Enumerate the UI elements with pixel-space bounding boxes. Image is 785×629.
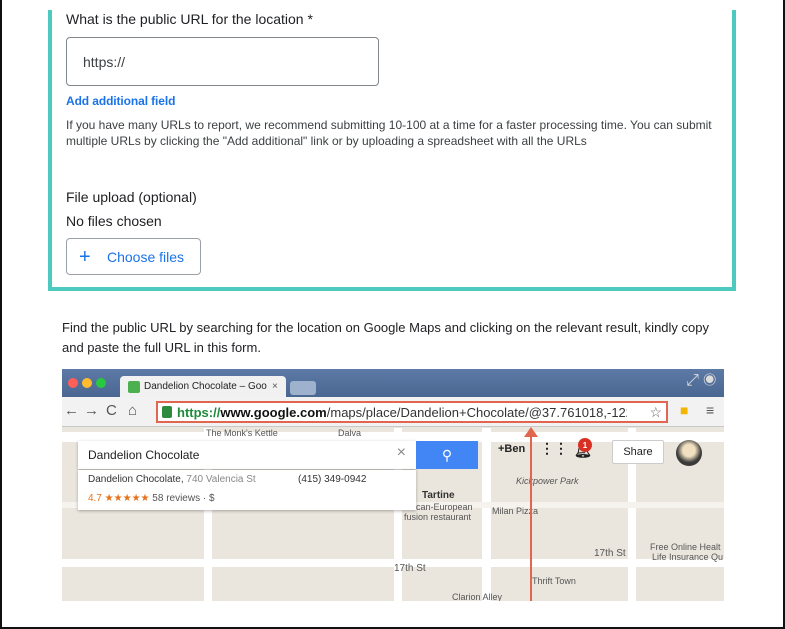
plus-icon: + bbox=[79, 245, 91, 268]
tab-title: Dandelion Chocolate – Goo bbox=[144, 381, 267, 392]
map-label-kickpower-park: Kickpower Park bbox=[516, 476, 579, 486]
incognito-icon: ⤢ ◉ bbox=[686, 372, 716, 389]
map-label-fusion: fusion restaurant bbox=[404, 512, 472, 522]
highlight-arrow-line bbox=[530, 433, 532, 601]
maps-search-button: ⚲ bbox=[416, 441, 478, 469]
reload-icon: C bbox=[106, 402, 117, 419]
url-scheme: https:// bbox=[177, 404, 221, 420]
clear-search-icon: × bbox=[396, 444, 406, 461]
maps-favicon-icon bbox=[128, 380, 140, 393]
maximize-window-icon bbox=[96, 378, 106, 388]
url-domain: www.google.com bbox=[220, 404, 327, 420]
search-icon: ⚲ bbox=[441, 446, 453, 463]
suggestion-phone: (415) 349-0942 bbox=[298, 474, 367, 485]
minimize-window-icon bbox=[82, 378, 92, 388]
map-view: The Monk's Kettle Dalva Tartine erican-E… bbox=[62, 428, 724, 601]
file-upload-label: File upload (optional) bbox=[66, 189, 197, 205]
address-bar: https:// www.google.com /maps/place/Dand… bbox=[156, 401, 668, 423]
tab-close-icon: × bbox=[272, 381, 278, 392]
share-button: Share bbox=[612, 440, 664, 464]
choose-files-button[interactable]: + Choose files bbox=[66, 238, 201, 275]
choose-files-label: Choose files bbox=[107, 248, 185, 265]
map-label-17th-st-left: 17th St bbox=[394, 563, 426, 574]
search-suggestion: Dandelion Chocolate, 740 Valencia St (41… bbox=[78, 470, 416, 510]
question-label: What is the public URL for the location … bbox=[66, 11, 313, 27]
url-path: /maps/place/Dandelion+Chocolate/@37.7610… bbox=[326, 404, 627, 420]
plus-ben-link: +Ben bbox=[498, 443, 526, 455]
browser-tab: Dandelion Chocolate – Goo × bbox=[120, 376, 286, 397]
avatar bbox=[676, 440, 702, 466]
suggestion-name: Dandelion Chocolate, 740 Valencia St bbox=[88, 474, 256, 485]
example-screenshot: Dandelion Chocolate – Goo × ⤢ ◉ ← → C ⌂ … bbox=[62, 369, 724, 601]
map-label-clarion-alley: Clarion Alley bbox=[452, 592, 503, 601]
extension-icon: ■ bbox=[680, 402, 689, 418]
suggestion-rating: 4.7 ★★★★★ 58 reviews · $ bbox=[88, 493, 215, 504]
browser-tab-bar: Dandelion Chocolate – Goo × ⤢ ◉ bbox=[62, 369, 724, 397]
public-url-input[interactable] bbox=[66, 37, 379, 86]
menu-icon: ≡ bbox=[706, 402, 715, 418]
add-additional-field-link[interactable]: Add additional field bbox=[66, 94, 175, 108]
new-tab-icon bbox=[290, 381, 316, 395]
notification-count-badge: 1 bbox=[578, 438, 592, 452]
map-label-17th-st-right: 17th St bbox=[594, 548, 626, 559]
home-icon: ⌂ bbox=[128, 402, 138, 419]
back-icon: ← bbox=[64, 402, 79, 419]
apps-grid-icon: ⋮⋮ bbox=[540, 440, 568, 456]
map-label-monks-kettle: The Monk's Kettle bbox=[206, 428, 278, 438]
maps-search-box: Dandelion Chocolate × bbox=[78, 441, 416, 469]
forward-icon: → bbox=[84, 402, 99, 419]
map-label-free-online-health: Free Online Healt bbox=[650, 542, 721, 552]
map-label-dalva: Dalva bbox=[338, 428, 362, 438]
close-window-icon bbox=[68, 378, 78, 388]
map-label-thrift-town: Thrift Town bbox=[532, 576, 576, 586]
help-text: If you have many URLs to report, we reco… bbox=[66, 118, 712, 148]
maps-search-query: Dandelion Chocolate bbox=[88, 448, 200, 462]
url-form-card: What is the public URL for the location … bbox=[48, 10, 736, 291]
highlight-arrow-icon bbox=[524, 427, 538, 437]
browser-toolbar: ← → C ⌂ https:// www.google.com /maps/pl… bbox=[62, 397, 724, 427]
map-label-life-insurance: Life Insurance Qu bbox=[652, 552, 724, 562]
map-label-tartine: Tartine bbox=[422, 490, 455, 501]
lock-icon bbox=[162, 406, 172, 418]
bookmark-star-icon: ☆ bbox=[649, 403, 662, 420]
instructions-text: Find the public URL by searching for the… bbox=[62, 320, 709, 355]
no-files-status: No files chosen bbox=[66, 213, 162, 229]
